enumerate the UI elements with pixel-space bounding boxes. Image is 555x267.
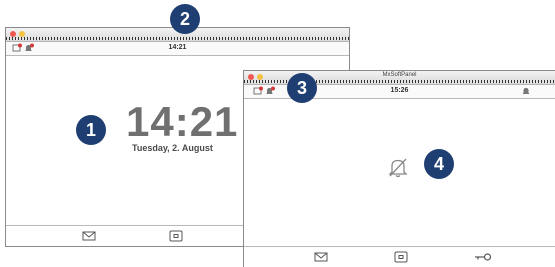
callout-badge-3: 3 bbox=[287, 73, 317, 103]
envelope-icon[interactable] bbox=[314, 251, 328, 263]
bell-icon[interactable] bbox=[521, 86, 531, 96]
titlebar-stripes bbox=[6, 37, 349, 40]
window-right: MxSoftPanel 15:26 bbox=[243, 70, 555, 267]
status-time-left: 14:21 bbox=[168, 44, 187, 51]
camera-icon[interactable] bbox=[169, 230, 183, 242]
footer-right bbox=[244, 246, 555, 267]
callout-badge-1: 1 bbox=[76, 115, 106, 145]
callout-badge-4: 4 bbox=[424, 149, 454, 179]
camera-icon[interactable] bbox=[394, 251, 408, 263]
key-icon[interactable] bbox=[474, 251, 492, 263]
bell-off-icon bbox=[388, 158, 408, 178]
clock-time: 14:21 bbox=[126, 98, 239, 145]
app-bar-left: 14:21 bbox=[6, 42, 349, 56]
clock-date: Tuesday, 2. August bbox=[132, 143, 213, 153]
envelope-icon[interactable] bbox=[82, 230, 96, 242]
callout-badge-2: 2 bbox=[170, 4, 200, 34]
